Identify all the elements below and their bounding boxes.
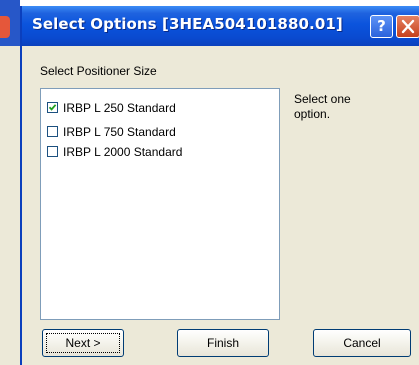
screen: Select Options [3HEA504101880.01] ? Sele… xyxy=(0,0,419,365)
finish-button[interactable]: Finish xyxy=(177,329,269,357)
checkmark-icon xyxy=(48,104,57,111)
background-window xyxy=(0,0,20,365)
close-button[interactable] xyxy=(396,15,419,38)
next-button[interactable]: Next > xyxy=(42,329,124,357)
checkbox-irbp-l-250[interactable] xyxy=(47,102,58,113)
option-irbp-l-2000[interactable]: IRBP L 2000 Standard xyxy=(47,143,182,160)
option-label: IRBP L 250 Standard xyxy=(63,100,176,115)
option-irbp-l-750[interactable]: IRBP L 750 Standard xyxy=(47,123,176,140)
positioner-size-label: Select Positioner Size xyxy=(40,64,157,78)
option-label: IRBP L 750 Standard xyxy=(63,124,176,139)
checkbox-irbp-l-2000[interactable] xyxy=(47,146,58,157)
help-button[interactable]: ? xyxy=(370,15,393,38)
options-list[interactable]: IRBP L 250 Standard IRBP L 750 Standard … xyxy=(40,88,280,320)
dialog-titlebar[interactable]: Select Options [3HEA504101880.01] ? xyxy=(22,6,419,46)
background-window-body xyxy=(0,46,20,365)
checkbox-irbp-l-750[interactable] xyxy=(47,126,58,137)
option-label: IRBP L 2000 Standard xyxy=(63,144,183,159)
select-options-dialog: Select Options [3HEA504101880.01] ? Sele… xyxy=(20,6,419,365)
close-icon xyxy=(401,19,415,34)
background-window-icon xyxy=(0,16,10,38)
option-irbp-l-250[interactable]: IRBP L 250 Standard xyxy=(47,99,176,116)
cancel-button[interactable]: Cancel xyxy=(313,329,411,357)
focus-rectangle: Next > xyxy=(46,333,120,353)
dialog-title: Select Options [3HEA504101880.01] xyxy=(32,15,343,33)
instruction-text: Select one option. xyxy=(294,92,351,121)
